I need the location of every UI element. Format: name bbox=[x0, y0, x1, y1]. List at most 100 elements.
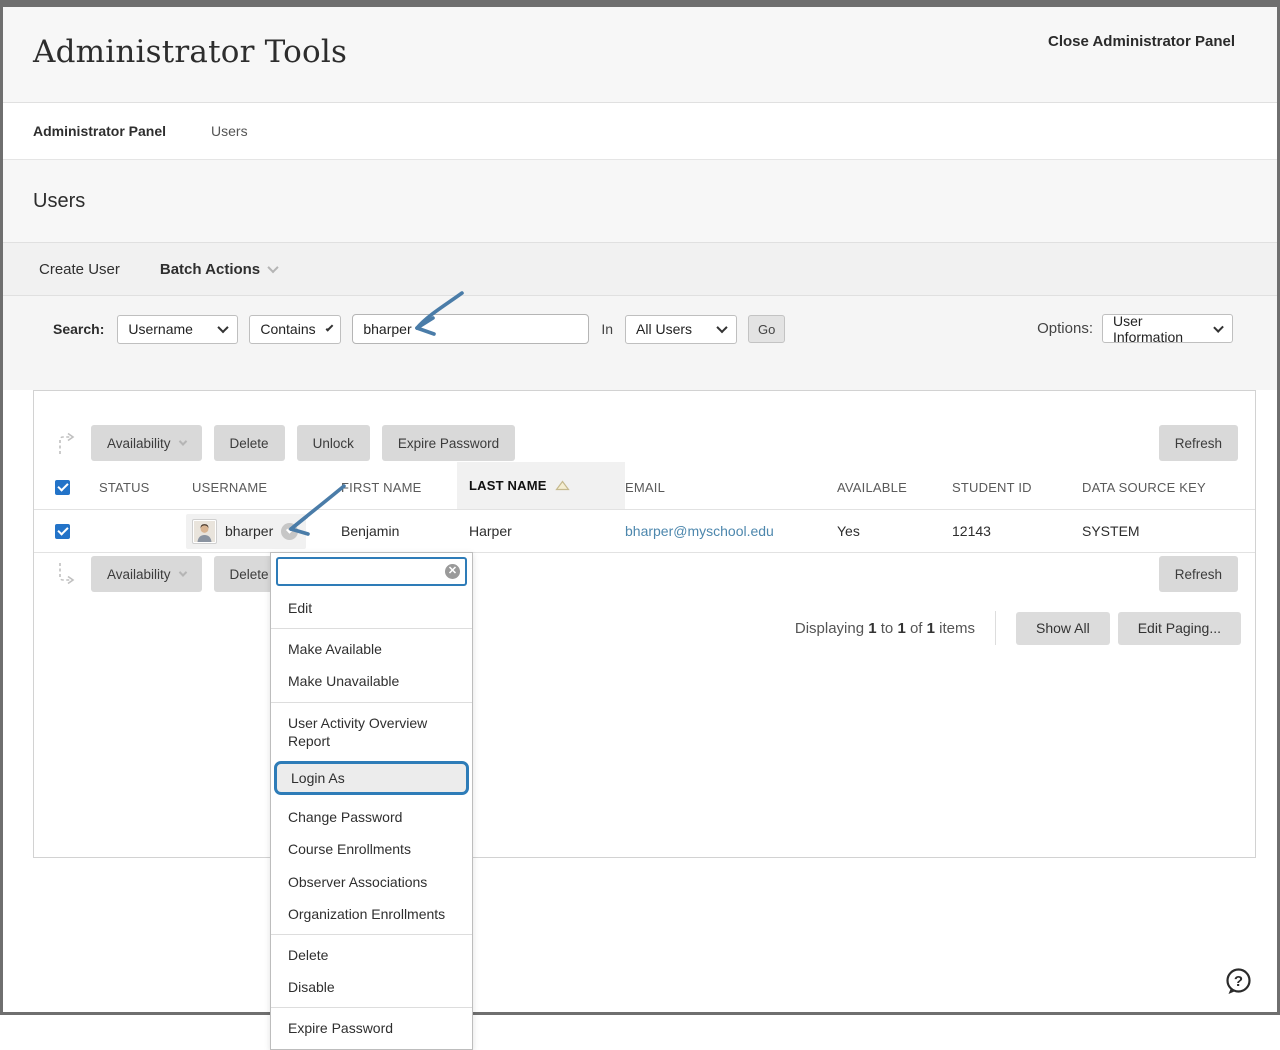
context-menu-search-input[interactable] bbox=[276, 557, 467, 586]
menu-separator bbox=[271, 628, 472, 629]
app-title: Administrator Tools bbox=[33, 34, 347, 70]
svg-text:?: ? bbox=[1234, 973, 1243, 990]
menu-item-make-unavailable[interactable]: Make Unavailable bbox=[271, 665, 472, 697]
search-band: Search: Username Contains In All Users G… bbox=[3, 296, 1277, 390]
row-context-menu-button[interactable] bbox=[281, 523, 298, 540]
search-label: Search: bbox=[53, 321, 104, 337]
username-value: bharper bbox=[225, 523, 273, 539]
go-button[interactable]: Go bbox=[748, 315, 785, 343]
availability-label: Availability bbox=[107, 436, 171, 451]
of-word: of bbox=[910, 620, 923, 637]
email-link[interactable]: bharper@myschool.edu bbox=[625, 523, 774, 539]
refresh-button[interactable]: Refresh bbox=[1159, 425, 1238, 461]
student-id-cell: 12143 bbox=[952, 523, 1082, 539]
apply-to-selected-icon bbox=[55, 430, 79, 456]
search-operator-select[interactable]: Contains bbox=[249, 315, 341, 344]
data-source-key-cell: SYSTEM bbox=[1082, 523, 1255, 539]
delete-button[interactable]: Delete bbox=[214, 425, 285, 461]
chevron-down-icon bbox=[325, 324, 333, 332]
menu-item-make-available[interactable]: Make Available bbox=[271, 633, 472, 665]
items-word: items bbox=[939, 620, 975, 637]
action-bar: Create User Batch Actions bbox=[3, 242, 1277, 296]
available-cell: Yes bbox=[837, 523, 952, 539]
chevron-down-icon bbox=[716, 322, 727, 333]
options-label: Options: bbox=[1037, 320, 1093, 337]
chevron-down-icon bbox=[267, 262, 278, 273]
paging-row: Displaying 1 to 1 of 1 items Show All Ed… bbox=[34, 611, 1241, 645]
paging-to: 1 bbox=[897, 620, 905, 637]
chevron-down-icon bbox=[218, 322, 229, 333]
username-menu-trigger[interactable]: bharper bbox=[186, 514, 306, 549]
email-cell: bharper@myschool.edu bbox=[625, 523, 837, 539]
chevron-down-icon bbox=[286, 526, 293, 533]
menu-item-delete[interactable]: Delete bbox=[271, 939, 472, 971]
availability-button[interactable]: Availability bbox=[91, 425, 202, 461]
menu-item-change-password[interactable]: Change Password bbox=[271, 801, 472, 833]
show-all-button[interactable]: Show All bbox=[1016, 612, 1110, 645]
title-bar: Users bbox=[3, 160, 1277, 242]
select-all-checkbox[interactable] bbox=[55, 480, 70, 495]
menu-item-disable[interactable]: Disable bbox=[271, 971, 472, 1003]
username-cell: bharper bbox=[192, 514, 341, 549]
column-header-last-name[interactable]: LAST NAME bbox=[457, 462, 625, 509]
paging-divider bbox=[995, 611, 996, 645]
availability-label: Availability bbox=[107, 567, 171, 582]
chevron-down-icon bbox=[1213, 322, 1224, 333]
menu-item-edit[interactable]: Edit bbox=[271, 592, 472, 624]
column-header-data-source-key[interactable]: DATA SOURCE KEY bbox=[1082, 480, 1255, 495]
column-header-status[interactable]: STATUS bbox=[99, 480, 192, 495]
search-scope-value: All Users bbox=[636, 321, 692, 337]
row-checkbox[interactable] bbox=[55, 524, 70, 539]
column-header-available[interactable]: AVAILABLE bbox=[837, 480, 952, 495]
options-select[interactable]: User Information bbox=[1102, 314, 1233, 343]
first-name-cell: Benjamin bbox=[341, 523, 469, 539]
availability-button[interactable]: Availability bbox=[91, 556, 202, 592]
main-area: Availability Delete Unlock Expire Passwo… bbox=[3, 390, 1277, 858]
page-title: Users bbox=[33, 190, 85, 213]
user-context-menu: ✕ Edit Make Available Make Unavailable U… bbox=[270, 552, 473, 1050]
user-avatar bbox=[192, 519, 217, 544]
search-query-input[interactable] bbox=[352, 314, 589, 344]
options-wrap: Options: User Information bbox=[1037, 314, 1233, 343]
sort-ascending-icon bbox=[555, 480, 570, 491]
paging-status: Displaying 1 to 1 of 1 items bbox=[795, 620, 975, 637]
last-name-label: LAST NAME bbox=[469, 478, 547, 493]
context-menu-list: Edit Make Available Make Unavailable Use… bbox=[271, 592, 472, 1044]
breadcrumb-users[interactable]: Users bbox=[211, 123, 248, 139]
menu-item-organization-enrollments[interactable]: Organization Enrollments bbox=[271, 898, 472, 930]
column-header-first-name[interactable]: FIRST NAME bbox=[341, 480, 469, 495]
search-field-select[interactable]: Username bbox=[117, 315, 238, 344]
search-row: Search: Username Contains In All Users G… bbox=[53, 314, 785, 344]
batch-actions-label: Batch Actions bbox=[160, 261, 260, 278]
users-list-panel: Availability Delete Unlock Expire Passwo… bbox=[33, 390, 1256, 858]
search-in-label: In bbox=[601, 321, 613, 337]
menu-item-user-activity-overview-report[interactable]: User Activity Overview Report bbox=[271, 707, 472, 757]
refresh-button[interactable]: Refresh bbox=[1159, 556, 1238, 592]
edit-paging-button[interactable]: Edit Paging... bbox=[1118, 612, 1241, 645]
help-icon[interactable]: ? bbox=[1223, 967, 1253, 997]
menu-separator bbox=[271, 934, 472, 935]
clear-search-icon[interactable]: ✕ bbox=[445, 564, 460, 579]
paging-total: 1 bbox=[927, 620, 935, 637]
column-header-student-id[interactable]: STUDENT ID bbox=[952, 480, 1082, 495]
create-user-button[interactable]: Create User bbox=[39, 261, 120, 278]
search-scope-select[interactable]: All Users bbox=[625, 315, 737, 344]
menu-item-expire-password[interactable]: Expire Password bbox=[271, 1012, 472, 1044]
menu-item-course-enrollments[interactable]: Course Enrollments bbox=[271, 833, 472, 865]
menu-separator bbox=[271, 1007, 472, 1008]
menu-item-login-as[interactable]: Login As bbox=[274, 761, 469, 795]
apply-to-selected-icon bbox=[55, 561, 79, 587]
breadcrumb: Administrator Panel Users bbox=[3, 103, 1277, 160]
unlock-button[interactable]: Unlock bbox=[297, 425, 370, 461]
column-header-email[interactable]: EMAIL bbox=[625, 480, 837, 495]
batch-actions-button[interactable]: Batch Actions bbox=[160, 261, 277, 278]
breadcrumb-administrator-panel[interactable]: Administrator Panel bbox=[33, 123, 166, 139]
column-header-username[interactable]: USERNAME bbox=[192, 480, 341, 495]
close-administrator-panel-button[interactable]: Close Administrator Panel bbox=[1048, 33, 1235, 50]
administrator-tools-page: Administrator Tools Close Administrator … bbox=[3, 7, 1277, 1012]
expire-password-button[interactable]: Expire Password bbox=[382, 425, 515, 461]
displaying-word: Displaying bbox=[795, 620, 864, 637]
chevron-down-icon bbox=[178, 568, 186, 576]
to-word: to bbox=[881, 620, 894, 637]
menu-item-observer-associations[interactable]: Observer Associations bbox=[271, 866, 472, 898]
